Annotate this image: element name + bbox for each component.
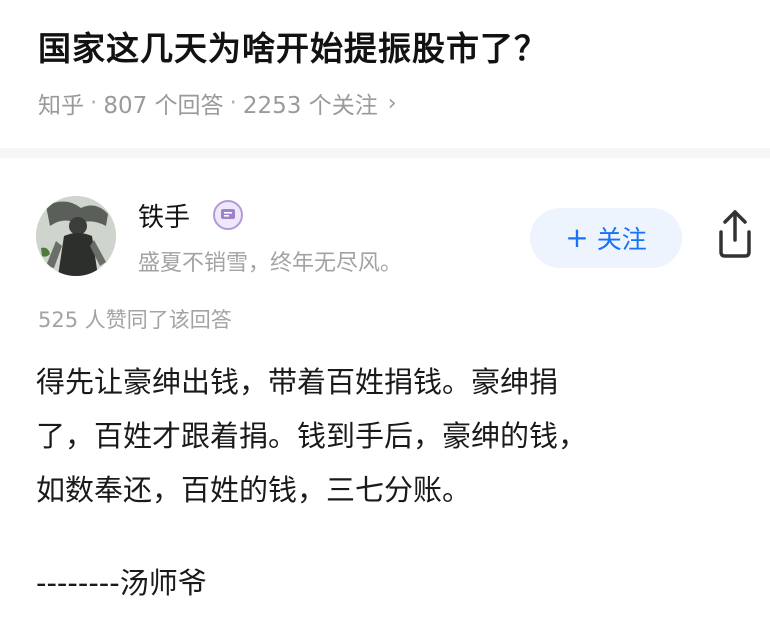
chevron-right-icon: › [387,90,397,116]
author-name[interactable]: 铁手 [138,197,190,234]
like-count: 525 人赞同了该回答 [38,308,232,332]
follow-label: 关注 [596,225,647,254]
answer-content[interactable]: 得先让豪绅出钱，带着百姓捐钱。豪绅捐 了，百姓才跟着捐。钱到手后，豪绅的钱， 如… [36,355,736,517]
answer-count: 807 个回答 [103,93,224,119]
avatar[interactable] [36,196,116,276]
answer-line: 了，百姓才跟着捐。钱到手后，豪绅的钱， [36,419,588,453]
source-label: 知乎 [38,93,84,119]
plus-icon: + [565,221,589,254]
meta-separator: · [229,90,237,116]
answer-line: 得先让豪绅出钱，带着百姓捐钱。豪绅捐 [36,365,559,399]
meta-separator: · [90,90,98,116]
question-meta[interactable]: 知乎 · 807 个回答 · 2253 个关注 › [38,86,397,120]
answer-signature: --------汤师爷 [36,566,207,600]
avatar-image [36,196,116,276]
share-icon[interactable] [713,208,757,260]
question-title[interactable]: 国家这几天为啥开始提振股市了？ [38,22,548,70]
author-bio: 盛夏不销雪，终年无尽风。 [138,251,403,276]
follow-button[interactable]: + 关注 [530,208,682,268]
follower-count: 2253 个关注 [242,93,378,119]
answer-line: 如数奉还，百姓的钱，三七分账。 [36,473,472,507]
section-divider [0,148,770,158]
verified-badge-icon [213,200,243,230]
